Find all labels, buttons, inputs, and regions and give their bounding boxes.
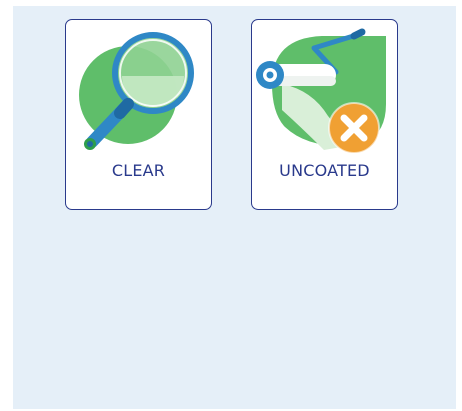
magnifier-icon bbox=[79, 32, 194, 150]
uncoated-label: UNCOATED bbox=[279, 161, 370, 180]
uncoated-option-card[interactable]: UNCOATED bbox=[251, 19, 398, 210]
clear-label: CLEAR bbox=[111, 161, 166, 180]
paint-roller-cancel-icon bbox=[256, 28, 386, 154]
options-panel: CLEAR UNCOATED bbox=[13, 6, 456, 409]
clear-option-card[interactable]: CLEAR bbox=[65, 19, 212, 210]
